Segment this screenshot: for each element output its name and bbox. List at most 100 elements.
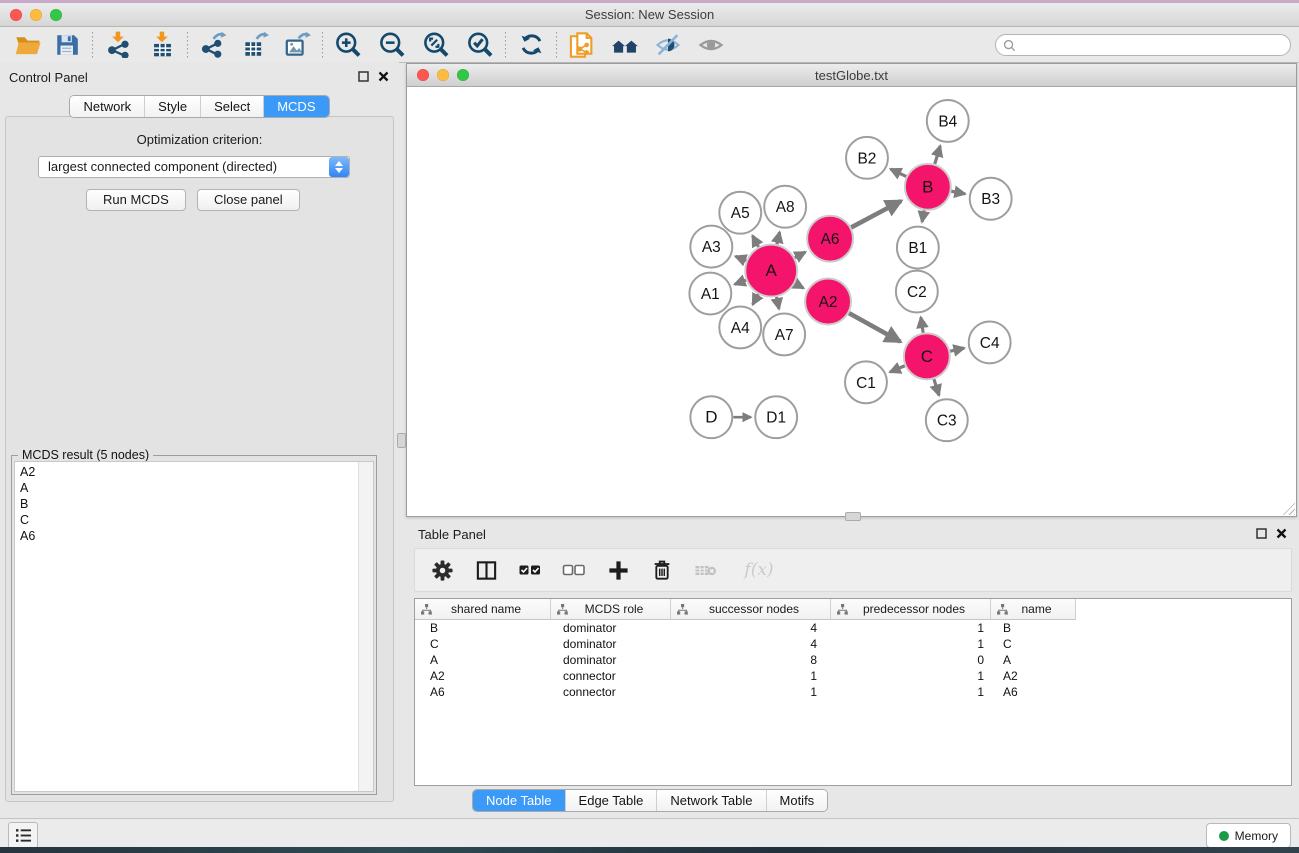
table-cell[interactable]: 8 [671,653,831,667]
deselect-all-columns-icon[interactable] [561,557,587,583]
memory-button[interactable]: Memory [1206,823,1291,848]
save-session-icon[interactable] [52,30,82,60]
zoom-fit-icon[interactable] [421,30,451,60]
zoom-out-icon[interactable] [377,30,407,60]
edge-A-A8[interactable] [777,232,780,244]
float-panel-icon[interactable] [358,71,369,82]
column-header-successor-nodes[interactable]: successor nodes [671,599,831,620]
show-column-panel-icon[interactable] [473,557,499,583]
table-cell[interactable]: A [415,653,551,667]
column-header-name[interactable]: name [991,599,1076,620]
import-table-icon[interactable] [147,30,177,60]
criterion-select[interactable]: largest connected component (directed) [38,156,350,178]
mcds-result-item[interactable]: B [15,496,359,512]
run-mcds-button[interactable]: Run MCDS [86,189,186,211]
table-cell[interactable]: 1 [831,621,991,635]
zoom-selected-icon[interactable] [465,30,495,60]
tab-motifs[interactable]: Motifs [766,790,828,811]
close-table-panel-icon[interactable] [1276,528,1287,539]
refresh-icon[interactable] [516,30,546,60]
column-header-predecessor-nodes[interactable]: predecessor nodes [831,599,991,620]
select-all-columns-icon[interactable] [517,557,543,583]
table-cell[interactable]: connector [551,669,671,683]
table-cell[interactable]: connector [551,685,671,699]
table-row[interactable]: Bdominator41B [415,620,1291,636]
import-network-icon[interactable] [103,30,133,60]
network-window-titlebar[interactable]: testGlobe.txt [407,64,1296,87]
table-row[interactable]: A2connector11A2 [415,668,1291,684]
mcds-result-item[interactable]: A2 [15,464,359,480]
table-cell[interactable]: 0 [831,653,991,667]
table-cell[interactable]: A [991,653,1076,667]
table-row[interactable]: Adominator80A [415,652,1291,668]
table-cell[interactable]: B [991,621,1076,635]
table-row[interactable]: Cdominator41C [415,636,1291,652]
column-header-shared-name[interactable]: shared name [415,599,551,620]
table-cell[interactable]: dominator [551,653,671,667]
table-cell[interactable]: dominator [551,621,671,635]
mcds-result-item[interactable]: A6 [15,528,359,544]
mcds-result-item[interactable]: C [15,512,359,528]
table-cell[interactable]: 1 [671,685,831,699]
edge-B-B2[interactable] [890,169,906,176]
tab-mcds[interactable]: MCDS [263,96,328,117]
minimize-network-window-button[interactable] [437,69,449,81]
table-cell[interactable]: C [415,637,551,651]
table-cell[interactable]: A6 [415,685,551,699]
table-cell[interactable]: 1 [831,685,991,699]
new-network-from-file-icon[interactable] [567,30,597,60]
close-window-button[interactable] [10,9,22,21]
table-cell[interactable]: A6 [991,685,1076,699]
zoom-window-button[interactable] [50,9,62,21]
table-cell[interactable]: 1 [831,637,991,651]
tab-select[interactable]: Select [200,96,263,117]
tab-network[interactable]: Network [70,96,144,117]
float-table-panel-icon[interactable] [1256,528,1267,539]
export-table-icon[interactable] [240,30,270,60]
table-cell[interactable]: B [415,621,551,635]
delete-column-icon[interactable] [649,557,675,583]
tab-style[interactable]: Style [144,96,200,117]
edge-A2-C[interactable] [849,313,900,342]
table-settings-gear-icon[interactable] [429,557,455,583]
show-graphics-details-icon[interactable] [696,30,726,60]
mcds-result-listbox[interactable]: A2ABCA6 [14,461,374,792]
edge-B-B4[interactable] [935,146,940,164]
export-image-icon[interactable] [282,30,312,60]
table-cell[interactable]: 4 [671,621,831,635]
search-input[interactable] [1016,35,1290,55]
close-panel-icon[interactable] [378,71,389,82]
list-scrollbar[interactable] [358,462,373,791]
edge-B-B1[interactable] [922,210,924,222]
table-row[interactable]: A6connector11A6 [415,684,1291,700]
edge-A6-B[interactable] [851,201,901,227]
edge-C-C1[interactable] [890,366,905,372]
edge-C-C2[interactable] [921,317,923,332]
minimize-window-button[interactable] [30,9,42,21]
task-history-button[interactable] [8,822,38,849]
mcds-result-item[interactable]: A [15,480,359,496]
edge-A-A4[interactable] [753,294,759,304]
tab-network-table[interactable]: Network Table [656,790,765,811]
edge-A-A1[interactable] [735,280,746,284]
edge-C-C3[interactable] [934,379,939,395]
edge-A-A5[interactable] [753,236,759,247]
vertical-split-handle[interactable] [397,433,406,448]
edge-A-A7[interactable] [777,297,779,309]
search-box[interactable] [995,34,1291,56]
zoom-network-window-button[interactable] [457,69,469,81]
home-layout-icon[interactable] [610,30,640,60]
edge-A-A6[interactable] [795,252,806,258]
column-header-MCDS-role[interactable]: MCDS role [551,599,671,620]
table-cell[interactable]: 4 [671,637,831,651]
edge-B-B3[interactable] [951,191,965,194]
select-stepper-icon[interactable] [329,157,349,177]
table-cell[interactable]: 1 [671,669,831,683]
table-cell[interactable]: 1 [831,669,991,683]
zoom-in-icon[interactable] [333,30,363,60]
app-titlebar[interactable]: Session: New Session [0,3,1299,27]
close-panel-button[interactable]: Close panel [197,189,300,211]
tab-node-table[interactable]: Node Table [473,790,565,811]
add-column-icon[interactable] [605,557,631,583]
table-cell[interactable]: A2 [415,669,551,683]
